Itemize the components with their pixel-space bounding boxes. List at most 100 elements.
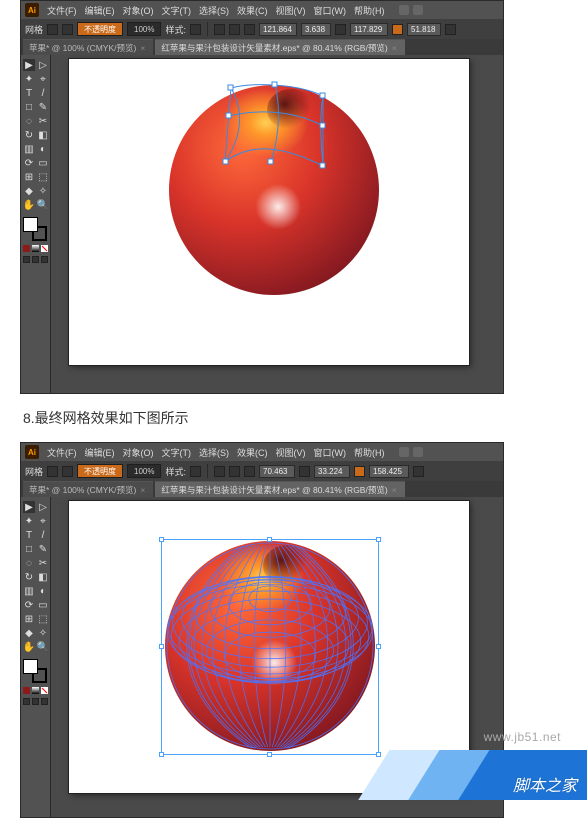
hand-tool-icon[interactable]: ✋ — [23, 199, 35, 211]
fill-stroke-indicator[interactable] — [23, 659, 47, 683]
lasso-tool-icon[interactable]: ⌖ — [37, 515, 49, 527]
opacity-label[interactable]: 不透明度 — [77, 22, 123, 36]
menu-edit[interactable]: 编辑(E) — [85, 4, 115, 17]
constrain-icon[interactable] — [413, 466, 424, 477]
menu-select[interactable]: 选择(S) — [199, 446, 229, 459]
bbox-handle-icon[interactable] — [376, 644, 381, 649]
menu-window[interactable]: 窗口(W) — [314, 446, 347, 459]
bbox-handle-icon[interactable] — [267, 752, 272, 757]
selection-tool-icon[interactable]: ▶ — [23, 501, 35, 513]
free-transform-tool-icon[interactable]: ◐ — [37, 143, 49, 155]
align-icon-2[interactable] — [229, 24, 240, 35]
rectangle-tool-icon[interactable]: □ — [23, 543, 35, 555]
bridge-icon[interactable] — [399, 447, 409, 457]
lasso-tool-icon[interactable]: ⌖ — [37, 73, 49, 85]
style-swatch-icon[interactable] — [190, 24, 201, 35]
menu-file[interactable]: 文件(F) — [47, 446, 77, 459]
direct-selection-tool-icon[interactable]: ▷ — [37, 501, 49, 513]
h-field[interactable]: 51.818 — [407, 23, 441, 36]
shape-builder-tool-icon[interactable]: ⟳ — [23, 157, 35, 169]
selection-tool-icon[interactable]: ▶ — [23, 59, 35, 71]
scissors-tool-icon[interactable]: ✂ — [37, 115, 49, 127]
document-tab-1[interactable]: 苹果* @ 100% (CMYK/预览) × — [23, 481, 153, 497]
document-tab-1[interactable]: 苹果* @ 100% (CMYK/预览) × — [23, 39, 153, 55]
opacity-field[interactable]: 100% — [127, 22, 161, 36]
color-none-icon[interactable] — [41, 687, 48, 694]
hand-tool-icon[interactable]: ✋ — [23, 641, 35, 653]
magic-wand-tool-icon[interactable]: ✦ — [23, 73, 35, 85]
screen-mode-normal-icon[interactable] — [23, 256, 30, 263]
link-xy-icon[interactable] — [299, 466, 310, 477]
scale-tool-icon[interactable]: ◧ — [37, 129, 49, 141]
w-field[interactable]: 158.425 — [369, 465, 409, 478]
y-field[interactable]: 33.224 — [314, 465, 350, 478]
document-tab-2[interactable]: 红苹果与果汁包装设计矢量素材.eps* @ 80.41% (RGB/预览) × — [155, 481, 404, 497]
scissors-tool-icon[interactable]: ✂ — [37, 557, 49, 569]
shape-builder-tool-icon[interactable]: ⟳ — [23, 599, 35, 611]
rectangle-tool-icon[interactable]: □ — [23, 101, 35, 113]
menu-view[interactable]: 视图(V) — [276, 4, 306, 17]
pencil-tool-icon[interactable]: ◌ — [23, 557, 35, 569]
bbox-handle-icon[interactable] — [267, 537, 272, 542]
align-icon[interactable] — [214, 24, 225, 35]
direct-selection-tool-icon[interactable]: ▷ — [37, 59, 49, 71]
color-solid-icon[interactable] — [23, 245, 30, 252]
paintbrush-tool-icon[interactable]: ✎ — [37, 543, 49, 555]
eyedropper-tool-icon[interactable]: ◆ — [23, 185, 35, 197]
rotate-tool-icon[interactable]: ↻ — [23, 571, 35, 583]
type-tool-icon[interactable]: T — [23, 529, 35, 541]
pencil-tool-icon[interactable]: ◌ — [23, 115, 35, 127]
w-field[interactable]: 117.829 — [350, 23, 388, 36]
free-transform-tool-icon[interactable]: ◐ — [37, 585, 49, 597]
menu-help[interactable]: 帮助(H) — [354, 446, 385, 459]
style-swatch-icon[interactable] — [190, 466, 201, 477]
constrain-icon[interactable] — [445, 24, 456, 35]
scale-tool-icon[interactable]: ◧ — [37, 571, 49, 583]
menu-object[interactable]: 对象(O) — [123, 4, 154, 17]
document-tab-2[interactable]: 红苹果与果汁包装设计矢量素材.eps* @ 80.41% (RGB/预览) × — [155, 39, 404, 55]
menu-view[interactable]: 视图(V) — [276, 446, 306, 459]
menu-select[interactable]: 选择(S) — [199, 4, 229, 17]
gradient-tool-icon[interactable]: ⬚ — [37, 613, 49, 625]
stroke-swatch-icon[interactable] — [62, 24, 73, 35]
color-none-icon[interactable] — [41, 245, 48, 252]
arrange-icon[interactable] — [413, 5, 423, 15]
align-icon[interactable] — [214, 466, 225, 477]
type-tool-icon[interactable]: T — [23, 87, 35, 99]
width-tool-icon[interactable]: ▥ — [23, 585, 35, 597]
rotate-tool-icon[interactable]: ↻ — [23, 129, 35, 141]
fill-swatch-icon[interactable] — [47, 466, 58, 477]
x-field[interactable]: 121.864 — [259, 23, 297, 36]
bbox-handle-icon[interactable] — [376, 537, 381, 542]
blend-tool-icon[interactable]: ✧ — [37, 627, 49, 639]
magic-wand-tool-icon[interactable]: ✦ — [23, 515, 35, 527]
bbox-handle-icon[interactable] — [159, 644, 164, 649]
screen-mode-normal-icon[interactable] — [23, 698, 30, 705]
align-icon-2[interactable] — [229, 466, 240, 477]
canvas-area[interactable] — [51, 55, 503, 393]
color-solid-icon[interactable] — [23, 687, 30, 694]
menu-type[interactable]: 文字(T) — [162, 4, 192, 17]
bridge-icon[interactable] — [399, 5, 409, 15]
opacity-label[interactable]: 不透明度 — [77, 464, 123, 478]
gradient-tool-icon[interactable]: ⬚ — [37, 171, 49, 183]
menu-window[interactable]: 窗口(W) — [314, 4, 347, 17]
menu-help[interactable]: 帮助(H) — [354, 4, 385, 17]
zoom-tool-icon[interactable]: 🔍 — [37, 641, 49, 653]
menu-object[interactable]: 对象(O) — [123, 446, 154, 459]
menu-effect[interactable]: 效果(C) — [237, 4, 268, 17]
perspective-tool-icon[interactable]: ▭ — [37, 157, 49, 169]
line-tool-icon[interactable]: / — [37, 529, 49, 541]
screen-mode-present-icon[interactable] — [41, 698, 48, 705]
paintbrush-tool-icon[interactable]: ✎ — [37, 101, 49, 113]
screen-mode-present-icon[interactable] — [41, 256, 48, 263]
screen-mode-full-icon[interactable] — [32, 698, 39, 705]
mesh-tool-icon[interactable]: ⊞ — [23, 171, 35, 183]
stroke-swatch-icon[interactable] — [62, 466, 73, 477]
width-tool-icon[interactable]: ▥ — [23, 143, 35, 155]
arrange-icon[interactable] — [413, 447, 423, 457]
y-field[interactable]: 3.638 — [301, 23, 331, 36]
menu-file[interactable]: 文件(F) — [47, 4, 77, 17]
bbox-handle-icon[interactable] — [159, 537, 164, 542]
color-gradient-icon[interactable] — [32, 245, 39, 252]
